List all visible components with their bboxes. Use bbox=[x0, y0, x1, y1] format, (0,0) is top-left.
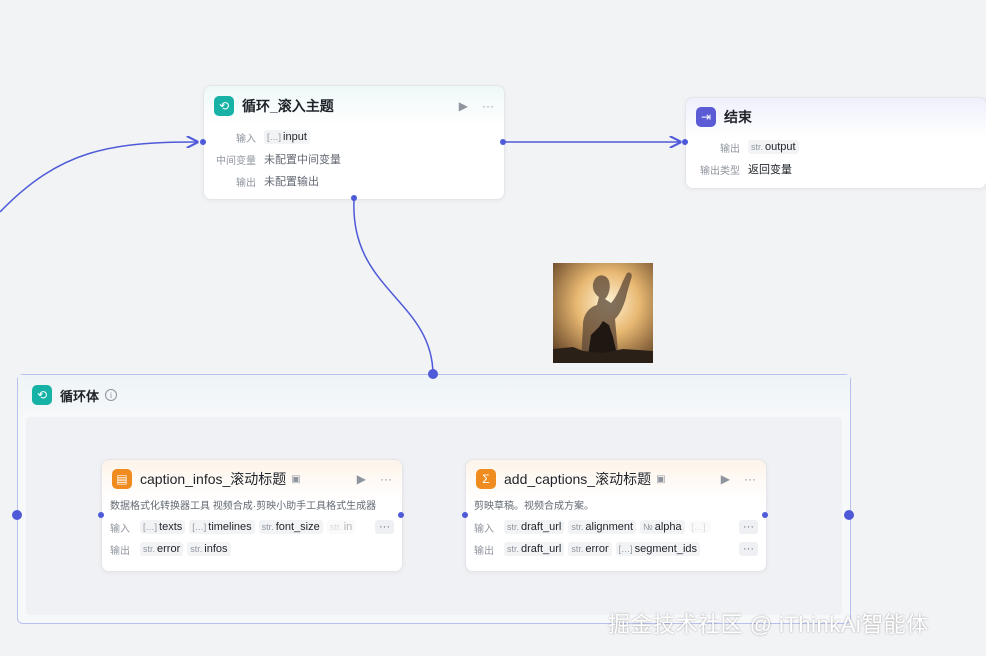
output-label: 输出 bbox=[236, 177, 256, 189]
input-chip: […] input bbox=[264, 130, 310, 144]
loop-out-port[interactable] bbox=[500, 139, 506, 145]
loop-body-port[interactable] bbox=[351, 195, 357, 201]
more-icon[interactable]: ··· bbox=[380, 472, 392, 486]
caption-in-port[interactable] bbox=[98, 512, 104, 518]
output-chip-draft-url: str. draft_url bbox=[504, 542, 565, 556]
loop-icon: ⟲ bbox=[214, 96, 234, 116]
input-chip-timelines: […] timelines bbox=[189, 520, 255, 534]
input-chip-faded: […] bbox=[688, 521, 711, 533]
run-icon[interactable]: ▶ bbox=[357, 472, 366, 486]
add-out-port[interactable] bbox=[762, 512, 768, 518]
output-value: 未配置输出 bbox=[264, 176, 319, 188]
loop-body-left-port[interactable] bbox=[12, 510, 22, 520]
input-label: 输入 bbox=[236, 133, 256, 145]
run-icon[interactable]: ▶ bbox=[721, 472, 730, 486]
input-chip-alpha: № alpha bbox=[640, 520, 685, 534]
end-node-title: 结束 bbox=[724, 109, 752, 125]
input-chip-font-size: str. font_size bbox=[258, 520, 323, 534]
save-icon: ▣ bbox=[291, 473, 301, 485]
caption-node-title: caption_infos_滚动标题 bbox=[140, 471, 287, 487]
caption-node-description: 数据格式化转换器工具 视频合成·剪映小助手工具格式生成器 bbox=[110, 501, 377, 512]
add-node-description: 剪映草稿。视频合成方案。 bbox=[474, 501, 594, 512]
input-chip-draft-url: str. draft_url bbox=[504, 520, 565, 534]
intermediate-label: 中间变量 bbox=[216, 155, 256, 167]
watermark: 掘金技术社区 @ iThinkAi智能体 bbox=[608, 612, 929, 637]
output-chip-infos: str. infos bbox=[187, 542, 231, 556]
run-icon[interactable]: ▶ bbox=[459, 99, 468, 113]
more-icon[interactable]: ··· bbox=[482, 99, 494, 113]
plugin-icon: ▤ bbox=[112, 469, 132, 489]
add-output-label: 输出 bbox=[474, 545, 494, 557]
output-chip-segment-ids: […] segment_ids bbox=[615, 542, 701, 556]
caption-input-label: 输入 bbox=[110, 523, 130, 535]
more-icon[interactable]: ··· bbox=[744, 472, 756, 486]
exit-icon: ⇥ bbox=[696, 107, 716, 127]
input-chip-faded: str. in bbox=[326, 520, 356, 534]
add-in-port[interactable] bbox=[462, 512, 468, 518]
loop-body-top-port[interactable] bbox=[428, 369, 438, 379]
caption-output-label: 输出 bbox=[110, 545, 130, 557]
loop-body-icon: ⟲ bbox=[32, 385, 52, 405]
input-chip-alignment: str. alignment bbox=[568, 520, 637, 534]
silhouette-image bbox=[553, 263, 653, 363]
end-output-chip: str. output bbox=[748, 140, 799, 154]
intermediate-value: 未配置中间变量 bbox=[264, 154, 341, 166]
loop-body-right-port[interactable] bbox=[844, 510, 854, 520]
loop-body-title: 循环体 bbox=[60, 388, 100, 404]
plugin-icon: Σ bbox=[476, 469, 496, 489]
info-icon[interactable]: i bbox=[105, 389, 118, 401]
caption-out-port[interactable] bbox=[398, 512, 404, 518]
add-captions-node[interactable]: Σ add_captions_滚动标题 ▣ ▶ ··· 剪映草稿。视频合成方案。… bbox=[465, 459, 767, 572]
loop-node[interactable]: ⟲ 循环_滚入主题 ▶ ··· 输入 […] input 中间变量 未配置中间变量… bbox=[203, 85, 505, 200]
wire-loop-to-body bbox=[353, 199, 434, 375]
end-output-label: 输出 bbox=[720, 143, 740, 155]
output-chip-error: str. error bbox=[568, 542, 612, 556]
add-node-title: add_captions_滚动标题 bbox=[504, 471, 652, 487]
input-chip-texts: […] texts bbox=[140, 520, 186, 534]
end-output-type-value: 返回变量 bbox=[748, 164, 792, 176]
wire-incoming-to-loop bbox=[0, 142, 197, 213]
save-icon: ▣ bbox=[656, 473, 666, 485]
more-outputs-button[interactable]: ··· bbox=[739, 542, 758, 556]
loop-in-port[interactable] bbox=[200, 139, 206, 145]
caption-infos-node[interactable]: ▤ caption_infos_滚动标题 ▣ ▶ ··· 数据格式化转换器工具 … bbox=[101, 459, 403, 572]
more-inputs-button[interactable]: ··· bbox=[375, 520, 394, 534]
end-output-type-label: 输出类型 bbox=[700, 165, 740, 177]
loop-node-title: 循环_滚入主题 bbox=[242, 98, 334, 114]
more-inputs-button[interactable]: ··· bbox=[739, 520, 758, 534]
end-in-port[interactable] bbox=[682, 139, 688, 145]
add-input-label: 输入 bbox=[474, 523, 494, 535]
end-node[interactable]: ⇥ 结束 输出 str. output 输出类型 返回变量 bbox=[685, 97, 986, 189]
output-chip-error: str. error bbox=[140, 542, 184, 556]
